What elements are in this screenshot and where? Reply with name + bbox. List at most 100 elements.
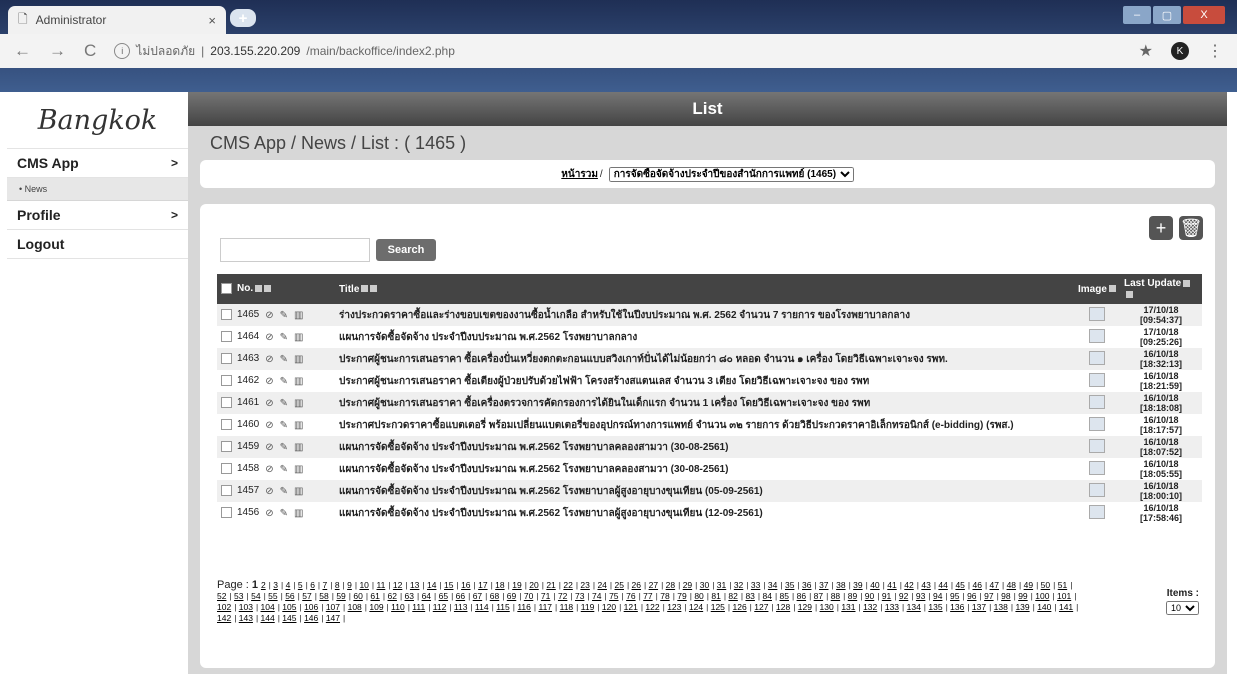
edit-pencil-icon[interactable]: ✎ [280, 486, 288, 497]
sidebar-item-logout[interactable]: Logout [7, 230, 188, 259]
page-link[interactable]: 130 [820, 602, 834, 612]
page-link[interactable]: 61 [370, 591, 379, 601]
page-link[interactable]: 64 [422, 591, 431, 601]
sidebar-item-cms-app[interactable]: CMS App > [7, 149, 188, 178]
page-link[interactable]: 105 [282, 602, 296, 612]
page-link[interactable]: 30 [700, 580, 709, 590]
page-link[interactable]: 108 [348, 602, 362, 612]
edit-pencil-icon[interactable]: ✎ [280, 354, 288, 365]
sort-desc-icon[interactable] [370, 285, 378, 293]
page-link[interactable]: 97 [984, 591, 993, 601]
page-link[interactable]: 80 [694, 591, 703, 601]
row-title[interactable]: ประกาศผู้ชนะการเสนอราคา ซื้อเครื่องปั่นเ… [335, 348, 1074, 370]
items-select[interactable]: 10 [1166, 601, 1199, 615]
row-title[interactable]: แผนการจัดซื้อจัดจ้าง ประจำปีงบประมาณ พ.ศ… [335, 326, 1074, 348]
page-link[interactable]: 142 [217, 613, 231, 623]
row-checkbox[interactable] [221, 375, 232, 387]
forward-icon[interactable]: → [49, 41, 66, 61]
page-link[interactable]: 10 [359, 580, 368, 590]
page-link[interactable]: 128 [776, 602, 790, 612]
view-icon[interactable]: ⊘ [265, 354, 273, 365]
page-link[interactable]: 137 [972, 602, 986, 612]
page-link[interactable]: 99 [1018, 591, 1027, 601]
page-link[interactable]: 25 [615, 580, 624, 590]
page-link[interactable]: 126 [732, 602, 746, 612]
page-link[interactable]: 52 [217, 591, 226, 601]
row-title[interactable]: ร่างประกวดราคาซื้อและร่างขอบเขตของงานซื้… [335, 304, 1074, 326]
page-link[interactable]: 40 [870, 580, 879, 590]
page-link[interactable]: 38 [836, 580, 845, 590]
edit-pencil-icon[interactable]: ✎ [280, 420, 288, 431]
page-link[interactable]: 48 [1007, 580, 1016, 590]
kebab-menu-icon[interactable]: ⋮ [1207, 41, 1223, 61]
page-link[interactable]: 75 [609, 591, 618, 601]
page-link[interactable]: 85 [780, 591, 789, 601]
page-link[interactable]: 117 [538, 602, 552, 612]
delete-trash-icon[interactable]: ▥ [294, 464, 303, 475]
sort-asc-icon[interactable] [255, 285, 263, 293]
page-link[interactable]: 112 [433, 602, 447, 612]
filter-home-link[interactable]: หน้ารวม [561, 167, 598, 182]
page-link[interactable]: 29 [683, 580, 692, 590]
page-link[interactable]: 145 [282, 613, 296, 623]
row-checkbox[interactable] [221, 463, 232, 475]
page-link[interactable]: 49 [1024, 580, 1033, 590]
page-link[interactable]: 27 [649, 580, 658, 590]
page-link[interactable]: 39 [853, 580, 862, 590]
view-icon[interactable]: ⊘ [265, 486, 273, 497]
delete-trash-icon[interactable]: ▥ [294, 354, 303, 365]
sort-asc-icon[interactable] [1183, 279, 1191, 287]
page-link[interactable]: 107 [326, 602, 340, 612]
edit-pencil-icon[interactable]: ✎ [280, 442, 288, 453]
sort-desc-icon[interactable] [264, 285, 272, 293]
page-link[interactable]: 121 [624, 602, 638, 612]
sidebar-item-profile[interactable]: Profile > [7, 201, 188, 230]
row-title[interactable]: แผนการจัดซื้อจัดจ้าง ประจำปีงบประมาณ พ.ศ… [335, 436, 1074, 458]
page-link[interactable]: 33 [751, 580, 760, 590]
page-link[interactable]: 2 [261, 580, 266, 590]
page-link[interactable]: 5 [298, 580, 303, 590]
page-link[interactable]: 140 [1037, 602, 1051, 612]
page-link[interactable]: 74 [592, 591, 601, 601]
page-link[interactable]: 13 [410, 580, 419, 590]
page-link[interactable]: 28 [666, 580, 675, 590]
page-link[interactable]: 58 [319, 591, 328, 601]
page-link[interactable]: 32 [734, 580, 743, 590]
view-icon[interactable]: ⊘ [265, 376, 273, 387]
row-checkbox[interactable] [221, 507, 232, 519]
page-link[interactable]: 113 [454, 602, 468, 612]
back-icon[interactable]: ← [14, 41, 31, 61]
page-link[interactable]: 60 [353, 591, 362, 601]
edit-pencil-icon[interactable]: ✎ [280, 332, 288, 343]
new-tab-button[interactable]: + [230, 9, 256, 27]
page-link[interactable]: 116 [517, 602, 531, 612]
minimize-button[interactable]: – [1123, 6, 1151, 24]
page-link[interactable]: 16 [461, 580, 470, 590]
page-link[interactable]: 54 [251, 591, 260, 601]
row-checkbox[interactable] [221, 485, 232, 497]
profile-avatar[interactable]: K [1171, 42, 1189, 60]
page-link[interactable]: 35 [785, 580, 794, 590]
page-link[interactable]: 31 [717, 580, 726, 590]
page-link[interactable]: 79 [677, 591, 686, 601]
sort-icon[interactable] [1108, 285, 1116, 293]
page-link[interactable]: 135 [928, 602, 942, 612]
row-checkbox[interactable] [221, 397, 232, 409]
page-link[interactable]: 47 [990, 580, 999, 590]
page-link[interactable]: 89 [848, 591, 857, 601]
page-link[interactable]: 131 [841, 602, 855, 612]
page-link[interactable]: 86 [797, 591, 806, 601]
page-link[interactable]: 138 [994, 602, 1008, 612]
page-link[interactable]: 122 [645, 602, 659, 612]
page-link[interactable]: 118 [560, 602, 574, 612]
delete-trash-icon[interactable]: ▥ [294, 442, 303, 453]
page-link[interactable]: 53 [234, 591, 243, 601]
page-link[interactable]: 143 [239, 613, 253, 623]
page-link[interactable]: 127 [754, 602, 768, 612]
browser-tab[interactable]: 🗋 Administrator × [8, 6, 226, 34]
page-link[interactable]: 7 [323, 580, 328, 590]
delete-trash-icon[interactable]: ▥ [294, 486, 303, 497]
page-link[interactable]: 139 [1015, 602, 1029, 612]
view-icon[interactable]: ⊘ [265, 332, 273, 343]
page-link[interactable]: 50 [1041, 580, 1050, 590]
